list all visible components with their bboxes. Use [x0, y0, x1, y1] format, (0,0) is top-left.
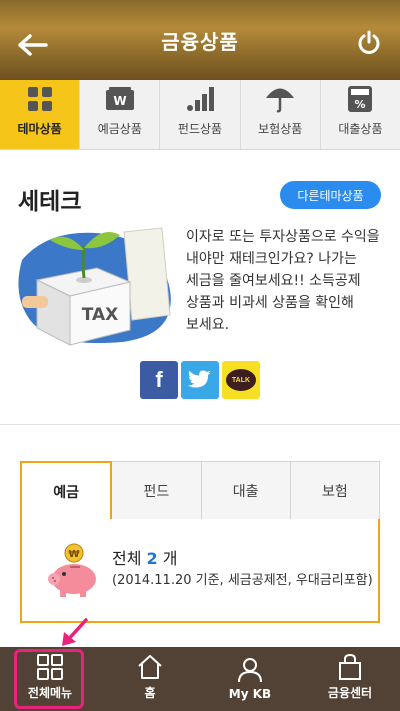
section-divider: [0, 424, 400, 425]
nav-financial-center[interactable]: 금융센터: [300, 647, 400, 711]
bag-icon: [339, 654, 361, 680]
nav-label: 금융센터: [327, 686, 373, 700]
product-note: (2014.11.20 기준, 세금공제전, 우대금리포함): [112, 573, 373, 588]
tab-deposit-products[interactable]: W 예금상품: [80, 80, 161, 149]
section-title: 세테크: [18, 189, 82, 215]
nav-label: My KB: [228, 687, 272, 701]
tab-label: 펀드상품: [177, 122, 223, 136]
bar-chart-icon: [185, 84, 215, 114]
svg-text:₩: ₩: [68, 549, 79, 560]
svg-text:W: W: [113, 94, 126, 108]
kakaotalk-icon: TALK: [226, 369, 256, 391]
product-total: 전체 2 개: [112, 545, 178, 569]
tab-theme-products[interactable]: 테마상품: [0, 80, 81, 149]
tab-loan-products[interactable]: % 대출상품: [321, 80, 400, 149]
product-count: 2: [146, 549, 158, 568]
umbrella-icon: [265, 84, 295, 114]
tab-loan[interactable]: 대출: [201, 461, 291, 521]
twitter-share-button[interactable]: [181, 361, 219, 399]
page-title: 금융상품: [161, 29, 239, 54]
tax-label: TAX: [82, 305, 119, 325]
bottom-navigation: 전체메뉴 홈 My KB 금융센터: [0, 647, 400, 711]
grid-icon: [25, 84, 55, 114]
tab-fund[interactable]: 펀드: [112, 461, 202, 521]
nav-my-kb[interactable]: My KB: [200, 647, 300, 711]
tab-label: 대출상품: [338, 122, 383, 136]
tab-label: 보험상품: [258, 122, 303, 136]
back-arrow-icon[interactable]: [18, 34, 48, 56]
category-tabs: 테마상품 W 예금상품 펀드상품 보험상품 % 대출상품: [0, 80, 400, 150]
won-wallet-icon: W: [105, 84, 135, 114]
tab-deposit[interactable]: 예금: [20, 461, 113, 521]
tab-label: 테마상품: [17, 122, 62, 136]
tab-insurance-products[interactable]: 보험상품: [241, 80, 321, 149]
piggy-bank-icon: ₩: [48, 543, 96, 597]
tab-label: 예금상품: [97, 122, 142, 136]
power-icon[interactable]: [356, 30, 382, 56]
home-icon: [138, 655, 162, 679]
total-suffix: 개: [162, 549, 178, 568]
tab-fund-products[interactable]: 펀드상품: [160, 80, 241, 149]
tab-insurance[interactable]: 보험: [290, 461, 380, 521]
other-theme-button[interactable]: 다른테마상품: [280, 181, 381, 209]
product-summary-box: ₩ 전체 2 개 (2014.11.20 기준, 세금공제전, 우대금리포함): [20, 519, 380, 623]
total-prefix: 전체: [112, 549, 142, 568]
person-icon: [238, 658, 262, 683]
facebook-share-button[interactable]: f: [140, 361, 178, 399]
nav-home[interactable]: 홈: [100, 647, 200, 711]
kakaotalk-share-button[interactable]: TALK: [222, 361, 260, 399]
nav-all-menu[interactable]: 전체메뉴: [0, 647, 100, 711]
nav-label: 전체메뉴: [27, 686, 73, 700]
percent-calculator-icon: %: [345, 84, 375, 114]
section-description: 이자로 또는 투자상품으로 수익을 내야만 재테크인가요? 나가는 세금을 줄여…: [186, 229, 380, 333]
app-header: 금융상품: [0, 0, 400, 80]
product-type-tabs: 예금 펀드 대출 보험: [20, 461, 380, 521]
svg-text:%: %: [355, 98, 366, 111]
facebook-icon: f: [155, 367, 163, 392]
menu-grid-icon: [37, 654, 63, 680]
twitter-icon: [188, 370, 211, 388]
nav-label: 홈: [144, 686, 156, 700]
tax-box-illustration: TAX: [18, 227, 171, 346]
